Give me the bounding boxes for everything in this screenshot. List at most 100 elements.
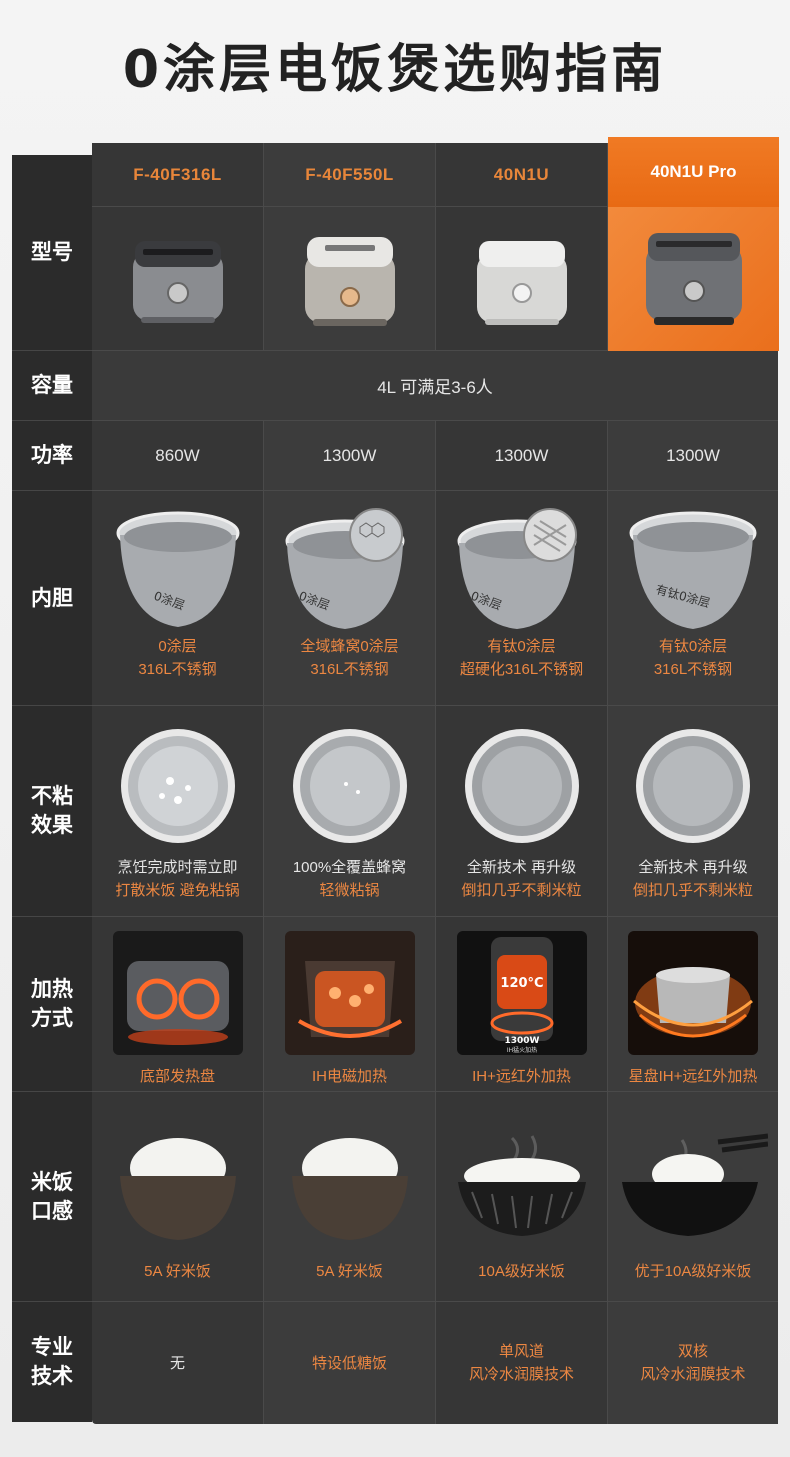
pot-line-2: 316L不锈钢	[138, 661, 217, 678]
nonstick-line-1: 全新技术 再升级	[638, 859, 748, 876]
pot-top-view-image	[636, 729, 750, 843]
heating-image	[628, 931, 758, 1055]
model-header: F-40F316L	[92, 143, 263, 207]
heating-cell: IH电磁加热	[264, 917, 435, 1092]
model-name: F-40F316L	[133, 164, 222, 184]
model-name: 40N1U Pro	[650, 162, 737, 181]
capacity-row: 4L 可满足3-6人	[92, 351, 778, 421]
pot-line-2: 316L不锈钢	[310, 661, 389, 678]
product-image	[264, 207, 435, 351]
nonstick-line-1: 烹饪完成时需立即	[117, 859, 238, 876]
texture-cell: 优于10A级好米饭	[608, 1092, 778, 1302]
pot-cell: 0涂层 0涂层 316L不锈钢	[92, 491, 263, 706]
tech-line-1: 特设低糖饭	[311, 1354, 387, 1372]
row-label-pot: 内胆	[12, 491, 92, 706]
texture-label: 5A 好米饭	[316, 1263, 383, 1280]
pot-cell: 0涂层 全域蜂窝0涂层 316L不锈钢	[264, 491, 435, 706]
tech-line-2: 风冷水润膜技术	[640, 1366, 746, 1383]
capacity-value: 4L 可满足3-6人	[377, 378, 493, 397]
heating-image: 120°C 1300W IH猛火加热	[456, 931, 587, 1055]
tech-cell: 单风道 风冷水润膜技术	[436, 1302, 607, 1424]
pot-top-view-image	[464, 729, 579, 843]
pot-line-2: 超硬化316L不锈钢	[459, 661, 584, 678]
texture-label: 优于10A级好米饭	[634, 1263, 752, 1280]
pot-line-1: 有钛0涂层	[658, 638, 728, 655]
comparison-table: F-40F316L 860W 0涂层 0涂层 316L不锈钢 烹饪完成时需立即 …	[92, 137, 779, 1424]
nonstick-cell: 全新技术 再升级 倒扣几乎不剩米粒	[608, 706, 778, 917]
rice-bowl-image	[291, 1138, 408, 1240]
power-value: 1300W	[322, 445, 377, 465]
nonstick-line-1: 100%全覆盖蜂窝	[292, 859, 407, 876]
inner-pot-image: 0涂层	[116, 511, 239, 627]
nonstick-line-1: 全新技术 再升级	[466, 859, 577, 876]
heating-label: IH电磁加热	[311, 1068, 387, 1085]
heating-cell: 120°C 1300W IH猛火加热 IH+远红外加热	[436, 917, 607, 1092]
texture-cell: 10A级好米饭	[436, 1092, 607, 1302]
rice-cooker-image	[646, 233, 742, 325]
product-image	[92, 207, 263, 351]
sub-text: IH猛火加热	[506, 1046, 536, 1054]
pot-line-1: 有钛0涂层	[487, 638, 556, 655]
model-name: 40N1U	[493, 164, 550, 184]
row-label-nonstick: 不粘 效果	[12, 706, 92, 917]
nonstick-cell: 烹饪完成时需立即 打散米饭 避免粘锅	[92, 706, 263, 917]
rice-cooker-image	[304, 236, 395, 326]
tech-line-2: 风冷水润膜技术	[468, 1366, 574, 1383]
rice-bowl-image	[457, 1135, 586, 1236]
texture-cell: 5A 好米饭	[92, 1092, 263, 1302]
heating-image	[112, 931, 243, 1055]
rice-bowl-image	[622, 1133, 768, 1236]
tech-line-1: 无	[169, 1354, 185, 1372]
nonstick-cell: 全新技术 再升级 倒扣几乎不剩米粒	[436, 706, 607, 917]
inner-pot-image: 0涂层	[457, 508, 577, 629]
rice-bowl-image	[119, 1138, 236, 1240]
pot-line-1: 全域蜂窝0涂层	[300, 638, 399, 655]
row-label-texture: 米饭 口感	[12, 1092, 92, 1302]
heating-image	[284, 931, 415, 1055]
power-value: 1300W	[494, 445, 549, 465]
tech-line-1: 单风道	[498, 1343, 544, 1360]
texture-label: 5A 好米饭	[144, 1263, 211, 1280]
tech-cell: 双核 风冷水润膜技术	[608, 1302, 778, 1424]
page-title: 0涂层电饭煲选购指南	[122, 40, 668, 100]
power-text: 1300W	[504, 1036, 539, 1046]
pro-product-image	[608, 207, 779, 351]
heating-label: IH+远红外加热	[472, 1068, 571, 1085]
pot-line-1: 0涂层	[158, 638, 197, 655]
row-label-column: 型号 容量 功率 内胆 不粘 效果 加热 方式 米饭 口感 专业 技术	[12, 155, 92, 1422]
pro-model-header: 40N1U Pro	[608, 137, 779, 207]
rice-cooker-image	[476, 240, 567, 325]
product-column: F-40F316L 860W 0涂层 0涂层 316L不锈钢 烹饪完成时需立即 …	[92, 143, 264, 1424]
model-header: 40N1U	[436, 143, 607, 207]
row-label-power: 功率	[12, 421, 92, 491]
nonstick-line-2: 倒扣几乎不剩米粒	[632, 882, 753, 899]
power-value: 1300W	[666, 445, 720, 465]
product-column: F-40F550L 1300W 0涂层 全域蜂窝0涂层 316L不锈钢 100%…	[264, 143, 436, 1424]
pot-cell: 0涂层 有钛0涂层 超硬化316L不锈钢	[436, 491, 607, 706]
model-name: F-40F550L	[305, 164, 394, 184]
nonstick-cell: 100%全覆盖蜂窝 轻微粘锅	[264, 706, 435, 917]
row-label-capacity: 容量	[12, 351, 92, 421]
temp-text: 120°C	[500, 976, 543, 991]
rice-cooker-image	[132, 240, 223, 323]
tech-line-1: 双核	[677, 1343, 708, 1360]
pot-top-view-image	[292, 729, 407, 843]
nonstick-line-2: 打散米饭 避免粘锅	[115, 882, 240, 899]
row-label-heating: 加热 方式	[12, 917, 92, 1092]
texture-label: 10A级好米饭	[478, 1263, 565, 1280]
inner-pot-image: 0涂层	[285, 508, 404, 629]
nonstick-line-2: 倒扣几乎不剩米粒	[461, 882, 582, 899]
product-column: 40N1U 1300W 0涂层 有钛0涂层 超硬化316L不锈钢 全新技术 再升…	[436, 143, 608, 1424]
heating-label: 底部发热盘	[139, 1068, 215, 1085]
heating-cell: 星盘IH+远红外加热	[608, 917, 778, 1092]
row-label-model: 型号	[12, 155, 92, 351]
power-value: 860W	[155, 445, 200, 465]
model-header: F-40F550L	[264, 143, 435, 207]
tech-cell: 特设低糖饭	[264, 1302, 435, 1424]
row-label-tech: 专业 技术	[31, 1335, 73, 1388]
pot-line-2: 316L不锈钢	[653, 661, 733, 678]
pot-top-view-image	[120, 729, 235, 843]
product-image	[436, 207, 607, 351]
heating-cell: 底部发热盘	[92, 917, 263, 1092]
pot-cell: 有钛0涂层 有钛0涂层 316L不锈钢	[608, 491, 778, 706]
